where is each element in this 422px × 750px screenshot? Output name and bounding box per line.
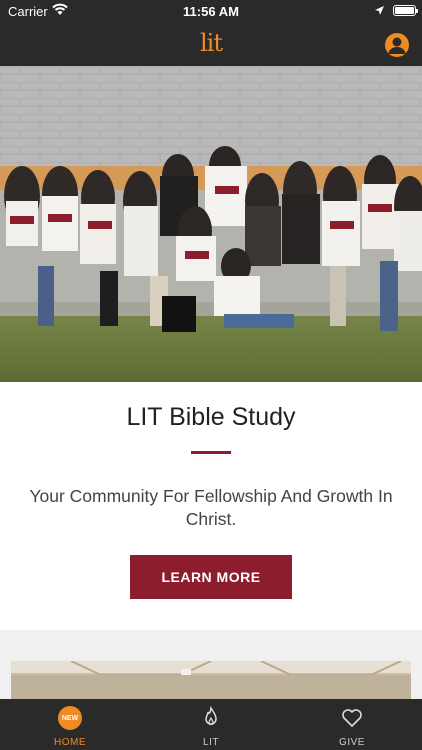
app-logo: lit xyxy=(200,29,223,57)
new-badge-icon: NEW xyxy=(58,706,82,730)
hero-image xyxy=(0,66,422,382)
next-card-image[interactable] xyxy=(11,661,411,701)
navigation-bar: lit xyxy=(0,22,422,66)
battery-icon xyxy=(393,5,418,16)
heart-icon xyxy=(342,709,362,727)
profile-button[interactable] xyxy=(385,33,409,57)
page-title: LIT Bible Study xyxy=(126,403,296,431)
tab-lit[interactable]: LIT xyxy=(141,699,281,750)
status-bar: Carrier 11:56 AM xyxy=(0,0,422,22)
user-icon xyxy=(388,37,406,54)
tab-lit-label: LIT xyxy=(203,737,219,748)
tab-bar: NEW HOME LIT GIVE xyxy=(0,699,422,750)
learn-more-button[interactable]: LEARN MORE xyxy=(130,555,292,599)
page-subtitle: Your Community For Fellowship And Growth… xyxy=(29,486,393,529)
location-arrow-icon xyxy=(375,6,384,15)
room-photo xyxy=(11,661,411,701)
tab-home[interactable]: NEW HOME xyxy=(0,699,140,750)
title-divider xyxy=(191,451,231,454)
tab-give[interactable]: GIVE xyxy=(282,699,422,750)
group-photo xyxy=(0,66,422,382)
tab-home-label: HOME xyxy=(54,737,86,748)
status-time: 11:56 AM xyxy=(183,4,239,19)
tab-give-label: GIVE xyxy=(339,737,365,748)
flame-icon xyxy=(205,706,217,726)
content-card: LIT Bible Study Your Community For Fello… xyxy=(0,382,422,630)
new-badge: NEW xyxy=(58,706,82,730)
